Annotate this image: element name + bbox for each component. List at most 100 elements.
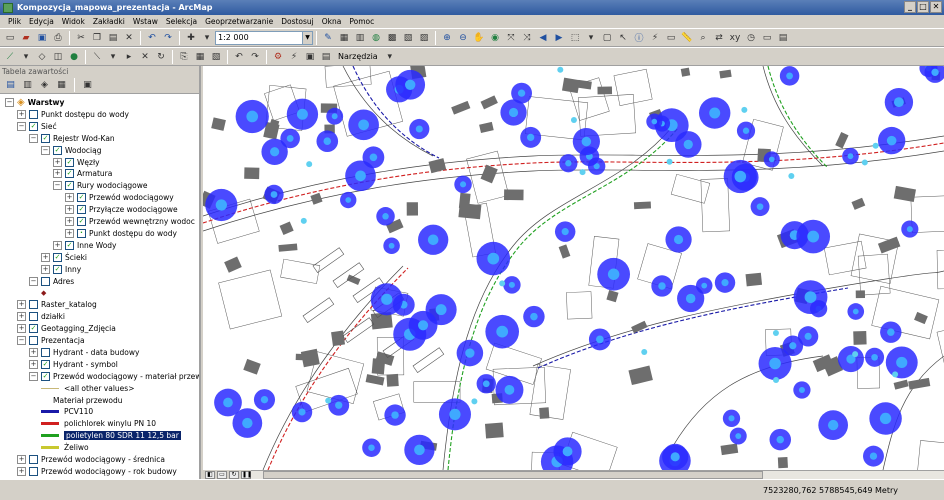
narzedzia-menu[interactable]: Narzędzia	[334, 52, 382, 61]
sketch-properties-icon[interactable]: ▦	[193, 50, 207, 64]
table-of-contents-icon[interactable]: ▦	[337, 31, 351, 45]
zoom-in-icon[interactable]: ⊕	[440, 31, 454, 45]
catalog-icon[interactable]: ▥	[353, 31, 367, 45]
layer-visibility-checkbox[interactable]: ✓	[53, 264, 62, 274]
back-arrow-icon[interactable]: ◀	[536, 31, 550, 45]
toc-layer-row[interactable]: + ✓ Węzły	[53, 157, 100, 168]
collapse-icon[interactable]: −	[41, 145, 50, 155]
add-data-dropdown-icon[interactable]: ▾	[200, 31, 214, 45]
layout-view-icon[interactable]: ▭	[217, 470, 227, 479]
toc-layer-row[interactable]: − ◈ Warstwy	[5, 97, 64, 108]
sketch-tool-icon[interactable]: ⟋	[3, 50, 17, 64]
python-icon[interactable]: ▧	[401, 31, 415, 45]
menu-wstaw[interactable]: Wstaw	[129, 17, 162, 26]
list-by-drawing-order-icon[interactable]: ▤	[4, 79, 17, 92]
toc-layer-row[interactable]: + Raster_katalog	[17, 299, 97, 310]
layer-visibility-checkbox[interactable]	[29, 466, 38, 476]
layer-visibility-checkbox[interactable]: ✓	[77, 205, 86, 215]
expand-icon[interactable]: +	[17, 312, 26, 322]
pan-hand-icon[interactable]: ✋	[472, 31, 486, 45]
find-binoculars-icon[interactable]: ⌕	[696, 31, 710, 45]
identify-icon[interactable]: ⓘ	[632, 31, 646, 45]
toc-layer-row[interactable]: − ✓ Wodociąg	[41, 145, 101, 156]
select-dropdown-icon[interactable]: ▾	[584, 31, 598, 45]
layer-visibility-checkbox[interactable]: ✓	[65, 181, 74, 191]
toc-layer-row[interactable]: + ✓ Przyłącze wodociągowe	[65, 204, 178, 215]
collapse-icon[interactable]: −	[53, 181, 62, 191]
close-button[interactable]: ✕	[930, 1, 942, 13]
layer-visibility-checkbox[interactable]: ✓	[29, 121, 38, 131]
fixed-zoom-in-icon[interactable]: ⤧	[504, 31, 518, 45]
toc-layer-row[interactable]: + ✓ Armatura	[53, 168, 112, 179]
layout-icon[interactable]: ▤	[776, 31, 790, 45]
toc-layer-row[interactable]: polichlorek winylu PN 10	[41, 418, 156, 429]
list-by-visibility-icon[interactable]: ◈	[38, 79, 51, 92]
narzedzia-menu-icon[interactable]: ▤	[319, 50, 333, 64]
layer-visibility-checkbox[interactable]: ✓	[53, 145, 62, 155]
attributes-icon[interactable]: ⎘	[177, 50, 191, 64]
expand-icon[interactable]: +	[17, 455, 26, 464]
layer-properties-icon[interactable]: ▣	[303, 50, 317, 64]
maximize-button[interactable]: □	[917, 1, 929, 13]
toc-layer-row[interactable]: + ✓ Hydrant - symbol	[29, 359, 118, 370]
edit-dropdown-icon[interactable]: ▾	[19, 50, 33, 64]
toc-layer-row[interactable]: + ✓ Inny	[41, 264, 81, 275]
refresh-icon[interactable]: ↻	[229, 470, 239, 479]
expand-icon[interactable]: +	[65, 205, 74, 215]
collapse-icon[interactable]: −	[17, 336, 26, 345]
flash-icon[interactable]: ⚡	[287, 50, 301, 64]
toc-options-icon[interactable]: ▣	[81, 79, 94, 92]
forward-arrow-icon[interactable]: ▶	[552, 31, 566, 45]
expand-icon[interactable]: +	[53, 240, 62, 250]
go-to-xy-icon[interactable]: xy	[728, 31, 742, 45]
map-view[interactable]	[203, 66, 944, 470]
toc-layer-row[interactable]: + ✓ Inne Wody	[53, 240, 116, 251]
menu-zakladki[interactable]: Zakładki	[89, 17, 129, 26]
collapse-icon[interactable]: −	[5, 98, 14, 107]
layer-visibility-checkbox[interactable]: ✓	[65, 240, 74, 250]
georeferencing-icon[interactable]: ⚙	[271, 50, 285, 64]
expand-icon[interactable]: +	[17, 109, 26, 119]
search-window-icon[interactable]: ◍	[369, 31, 383, 45]
select-features-icon[interactable]: ⬚	[568, 31, 582, 45]
layer-visibility-checkbox[interactable]: ✓	[77, 217, 86, 226]
menu-geoprzetwarzanie[interactable]: Geoprzetwarzanie	[201, 17, 277, 26]
narzedzia-dropdown-icon[interactable]: ▾	[383, 50, 397, 64]
start-editing-icon[interactable]: ●	[67, 50, 81, 64]
cut-polygons-icon[interactable]: ▸	[122, 50, 136, 64]
expand-icon[interactable]: +	[41, 252, 50, 262]
toc-layer-row[interactable]: + ✓ Ścieki	[41, 252, 87, 263]
add-data-icon[interactable]: ✚	[184, 31, 198, 45]
undo-edit-icon[interactable]: ↶	[232, 50, 246, 64]
editor-toolbar-icon[interactable]: ✎	[321, 31, 335, 45]
expand-icon[interactable]: +	[65, 193, 74, 203]
menu-plik[interactable]: Plik	[4, 17, 25, 26]
layer-visibility-checkbox[interactable]: ✓	[41, 359, 50, 369]
viewer-window-icon[interactable]: ▭	[760, 31, 774, 45]
toc-layer-row[interactable]: + · Punkt dostępu do wody	[65, 228, 177, 239]
layer-visibility-checkbox[interactable]: ✓	[77, 193, 86, 203]
full-extent-globe-icon[interactable]: ◉	[488, 31, 502, 45]
toc-layer-row[interactable]: + działki	[17, 311, 65, 322]
html-popup-icon[interactable]: ▭	[664, 31, 678, 45]
toc-layer-row[interactable]: + Punkt dostępu do wody	[17, 109, 129, 120]
layer-visibility-checkbox[interactable]: ✓	[41, 133, 50, 143]
layer-visibility-checkbox[interactable]: ✓	[29, 324, 38, 334]
menu-edycja[interactable]: Edycja	[25, 17, 58, 26]
collapse-icon[interactable]: −	[29, 371, 38, 381]
delete-icon[interactable]: ✕	[122, 31, 136, 45]
toc-layer-row[interactable]: + Przewód wodociągowy - średnica	[17, 454, 165, 465]
create-features-icon[interactable]: ▧	[209, 50, 223, 64]
menu-okna[interactable]: Okna	[318, 17, 346, 26]
redo-icon[interactable]: ↷	[161, 31, 175, 45]
time-slider-icon[interactable]: ◷	[744, 31, 758, 45]
fixed-zoom-out-icon[interactable]: ⤨	[520, 31, 534, 45]
toc-layer-row[interactable]: − Adres	[29, 276, 74, 287]
toc-layer-row[interactable]: Materiał przewodu	[41, 395, 123, 406]
list-by-source-icon[interactable]: ▥	[21, 79, 34, 92]
toc-layer-row[interactable]: + ✓ Przewód wodociągowy	[65, 192, 174, 203]
copy-icon[interactable]: ❐	[90, 31, 104, 45]
segment-dropdown-icon[interactable]: ▾	[106, 50, 120, 64]
undo-icon[interactable]: ↶	[145, 31, 159, 45]
rotate-icon[interactable]: ↻	[154, 50, 168, 64]
